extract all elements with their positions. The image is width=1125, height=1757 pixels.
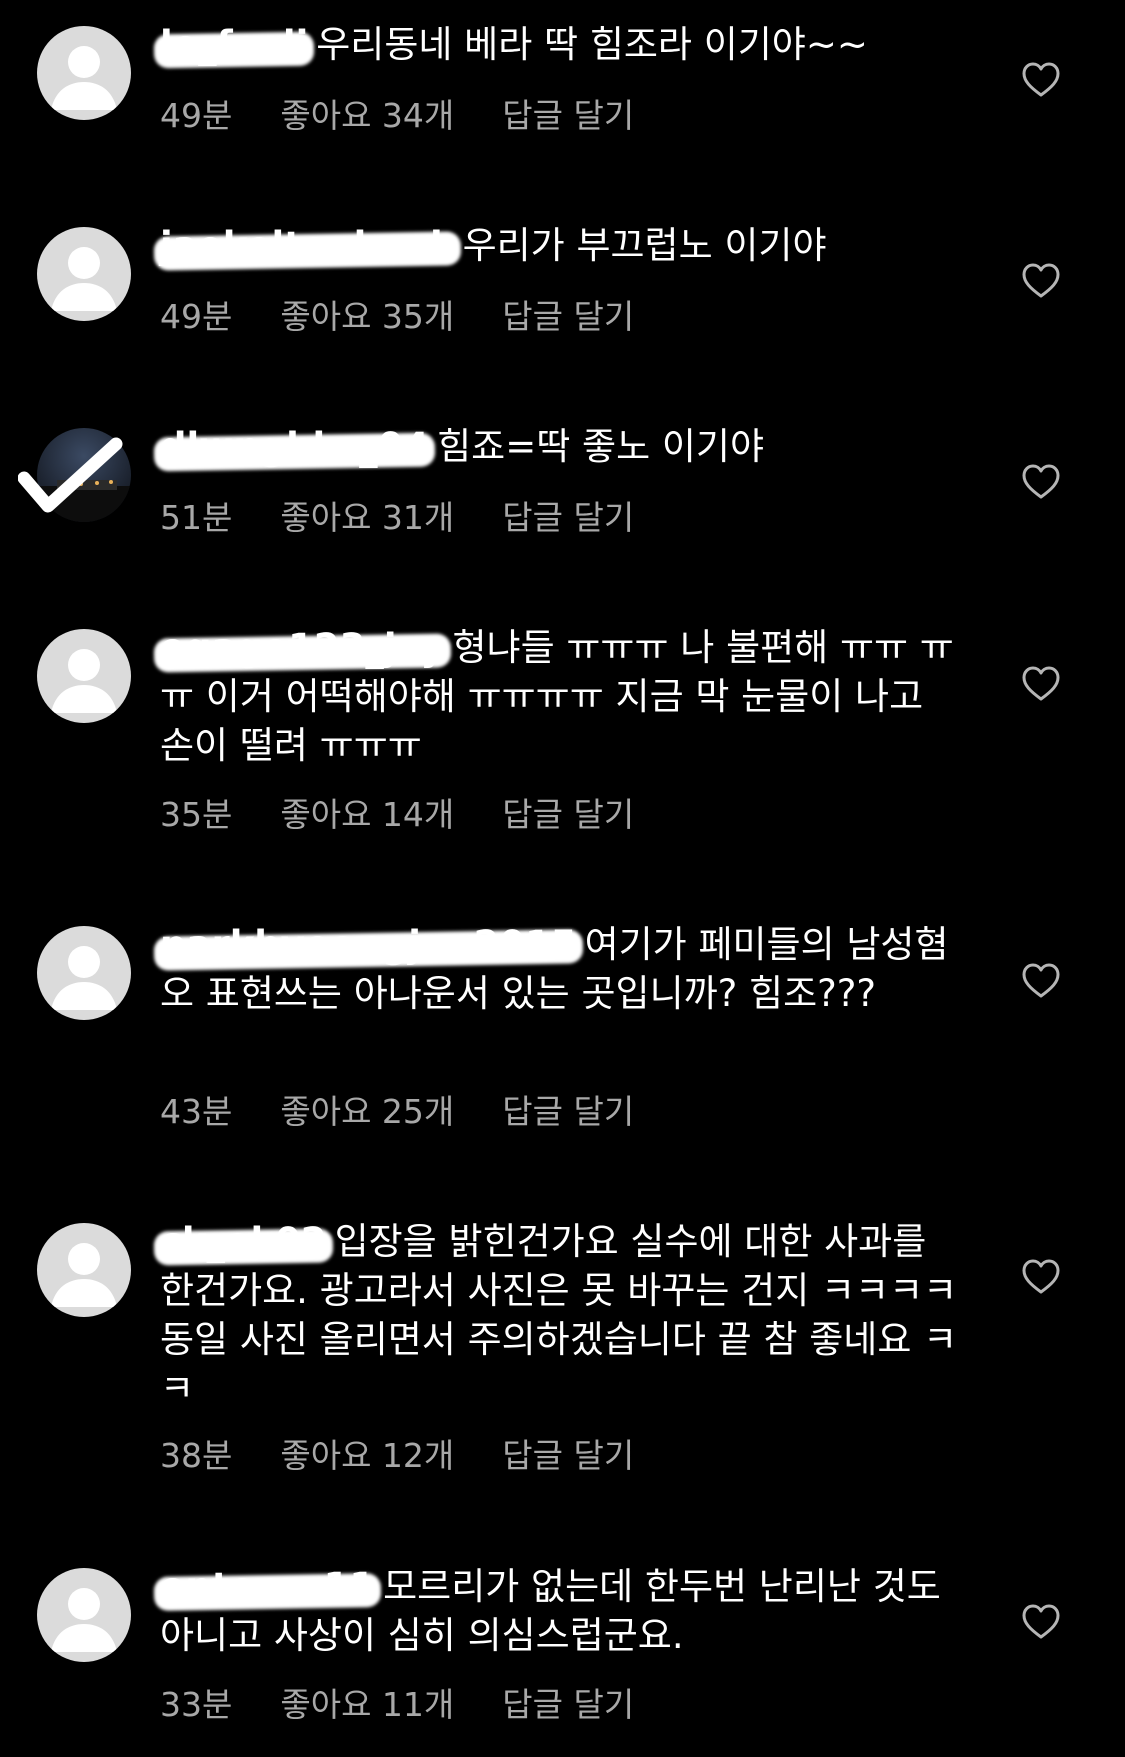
comment-likes[interactable]: 좋아요 14개 [280, 795, 454, 834]
comment-meta: 43분 좋아요 25개 답글 달기 [160, 1092, 682, 1132]
heart-icon[interactable] [1022, 263, 1060, 299]
comment-text-block: dlwnghks_04힘죠=딱 좋노 이기야 [153, 422, 960, 472]
comment-time: 51분 [160, 498, 233, 537]
reply-button[interactable]: 답글 달기 [502, 1092, 634, 1131]
comment-time: 49분 [160, 297, 233, 336]
comment-text-block: onteroo11모르리가 없는데 한두번 난리난 것도 아니고 사상이 심히 … [153, 1562, 960, 1660]
reply-button[interactable]: 답글 달기 [502, 1436, 634, 1475]
heart-icon[interactable] [1022, 464, 1060, 500]
comment-text-block: eqage123_jay형냐들 ㅠㅠㅠ 나 불편해 ㅠㅠ ㅠㅠ 이거 어떡해야해… [153, 623, 960, 770]
heart-icon[interactable] [1022, 1604, 1060, 1640]
comment-body: 우리동네 베라 딱 힘조라 이기야~~ [316, 23, 868, 66]
reply-button[interactable]: 답글 달기 [502, 297, 634, 336]
redaction-scribble [153, 1228, 333, 1266]
comment-likes[interactable]: 좋아요 25개 [280, 1092, 454, 1131]
comment-text-block: jaekeltonhaek우리가 부끄럽노 이기야 [153, 221, 960, 271]
comment-likes[interactable]: 좋아요 31개 [280, 498, 454, 537]
comment-meta: 51분 좋아요 31개 답글 달기 [160, 498, 682, 538]
comment-text-block: lo_feeli우리동네 베라 딱 힘조라 이기야~~ [153, 20, 960, 69]
comment-meta: 49분 좋아요 34개 답글 달기 [160, 96, 682, 136]
comment-username[interactable]: ck_ok02 [153, 1220, 333, 1266]
comment-time: 33분 [160, 1685, 233, 1724]
comment-username[interactable]: eqage123_jay [153, 626, 451, 673]
comment-time: 38분 [160, 1436, 233, 1475]
default-avatar-icon[interactable] [37, 629, 131, 723]
default-avatar-icon[interactable] [37, 26, 131, 120]
comment-meta: 35분 좋아요 14개 답글 달기 [160, 795, 682, 835]
comment-text-block: ck_ok02입장을 밝힌건가요 실수에 대한 사과를 한건가요. 광고라서 사… [153, 1217, 960, 1413]
default-avatar-icon[interactable] [37, 1568, 131, 1662]
reply-button[interactable]: 답글 달기 [502, 1685, 634, 1724]
comment-time: 35분 [160, 795, 233, 834]
comment-likes[interactable]: 좋아요 12개 [280, 1436, 454, 1475]
comment-text-block: parkbyeongjun2015여기가 페미들의 남성혐오 표현쓰는 아나운서… [153, 920, 960, 1018]
comment-likes[interactable]: 좋아요 34개 [280, 96, 454, 135]
comment-username[interactable]: lo_feeli [153, 23, 315, 69]
default-avatar-icon[interactable] [37, 926, 131, 1020]
reply-button[interactable]: 답글 달기 [502, 795, 634, 834]
comment-body: 힘죠=딱 좋노 이기야 [437, 425, 764, 468]
comment-username[interactable]: onteroo11 [153, 1565, 382, 1611]
redaction-scribble [153, 633, 451, 673]
comment-meta: 33분 좋아요 11개 답글 달기 [160, 1685, 682, 1725]
heart-icon[interactable] [1022, 666, 1060, 702]
heart-icon[interactable] [1022, 1259, 1060, 1295]
comment-time: 49분 [160, 96, 233, 135]
redaction-scribble [153, 231, 461, 271]
comment-likes[interactable]: 좋아요 11개 [280, 1685, 454, 1724]
redaction-scribble [153, 432, 436, 472]
comment-body: 우리가 부끄럽노 이기야 [462, 224, 827, 267]
reply-button[interactable]: 답글 달기 [502, 96, 634, 135]
redaction-scribble [153, 31, 315, 69]
comment-username[interactable]: dlwnghks_04 [153, 425, 436, 472]
heart-icon[interactable] [1022, 963, 1060, 999]
comment-likes[interactable]: 좋아요 35개 [280, 297, 454, 336]
redaction-scribble [18, 437, 123, 513]
comment-meta: 49분 좋아요 35개 답글 달기 [160, 297, 682, 337]
comment-meta: 38분 좋아요 12개 답글 달기 [160, 1436, 682, 1476]
redaction-scribble [153, 1573, 382, 1611]
comment-username[interactable]: jaekeltonhaek [153, 224, 461, 271]
comment-time: 43분 [160, 1092, 233, 1131]
heart-icon[interactable] [1022, 62, 1060, 98]
comment-username[interactable]: parkbyeongjun2015 [153, 923, 583, 971]
default-avatar-icon[interactable] [37, 227, 131, 321]
default-avatar-icon[interactable] [37, 1223, 131, 1317]
reply-button[interactable]: 답글 달기 [502, 498, 634, 537]
